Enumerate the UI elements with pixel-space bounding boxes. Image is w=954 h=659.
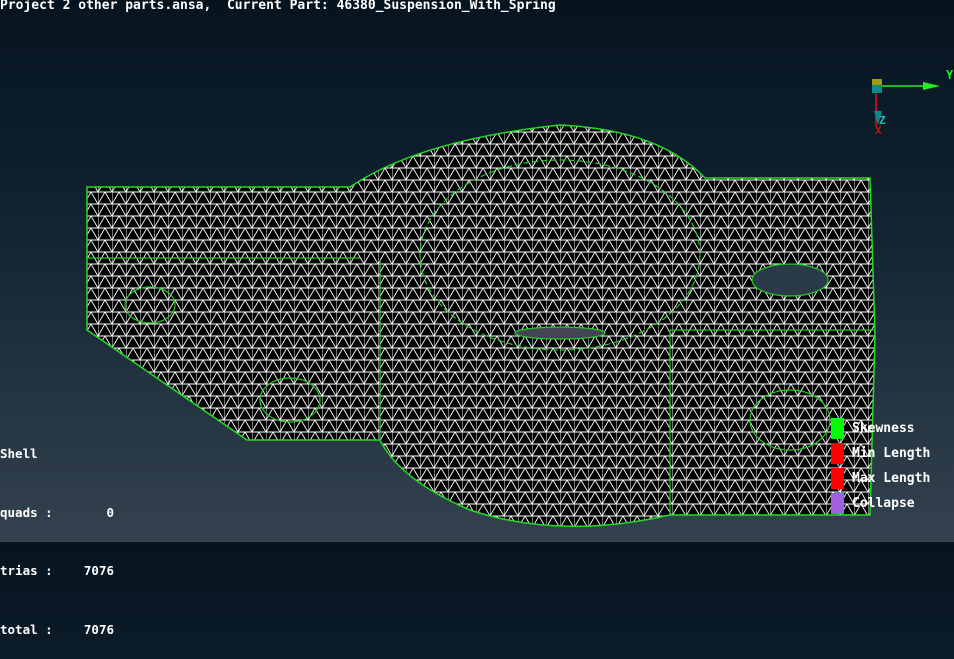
- legend-swatch: [831, 468, 844, 489]
- legend-label: Max Length: [852, 471, 931, 486]
- legend-item-collapse[interactable]: Collapse: [831, 491, 930, 516]
- stats-row-quads: quads : 0: [0, 503, 114, 523]
- stats-value: 7076: [83, 621, 114, 637]
- stats-label: quads :: [0, 504, 53, 520]
- legend-swatch: [831, 493, 844, 514]
- stats-value: 0: [106, 504, 114, 520]
- x-axis-label: X: [875, 124, 882, 137]
- stats-row-trias: trias : 7076: [0, 561, 114, 581]
- shell-mesh[interactable]: [86, 124, 876, 528]
- legend-swatch: [831, 443, 844, 464]
- stats-label: trias :: [0, 563, 53, 578]
- mesh-statistics: Shell quads : 0 trias : 7076 total : 7076: [0, 405, 114, 659]
- legend-item-min-length[interactable]: Min Length: [831, 441, 930, 466]
- y-axis-label: Y: [946, 68, 954, 82]
- stats-value: 7076: [83, 563, 114, 578]
- stats-row-total: total : 7076: [0, 620, 114, 640]
- legend-label: Min Length: [852, 446, 931, 461]
- legend-label: Skewness: [852, 421, 915, 436]
- stats-label: total :: [0, 621, 53, 637]
- mesh-viewport[interactable]: [0, 0, 954, 542]
- legend-swatch: [831, 418, 844, 439]
- axis-triad: Y Z X: [860, 65, 954, 140]
- legend-item-skewness[interactable]: Skewness: [831, 416, 930, 441]
- stats-title: Shell: [0, 446, 38, 461]
- quality-legend: Skewness Min Length Max Length Collapse: [831, 416, 930, 516]
- legend-item-max-length[interactable]: Max Length: [831, 466, 930, 491]
- legend-label: Collapse: [852, 496, 915, 511]
